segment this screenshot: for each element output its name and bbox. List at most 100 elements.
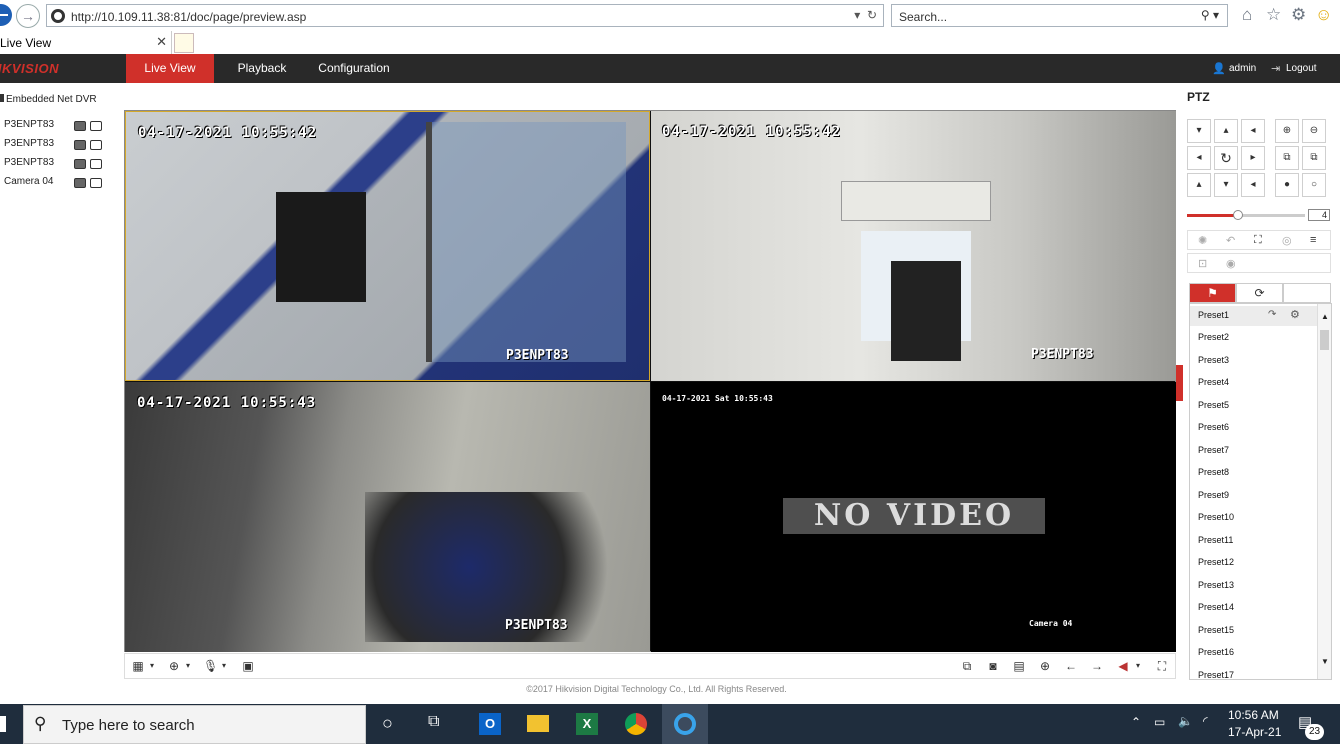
collapse-panel-handle[interactable] — [1176, 365, 1183, 401]
file-explorer-icon[interactable] — [522, 708, 554, 740]
preset-item[interactable]: Preset9 — [1198, 490, 1229, 500]
wifi-icon[interactable]: ◜ — [1203, 714, 1208, 728]
preset-item[interactable]: Preset10 — [1198, 512, 1234, 522]
video-cell-4[interactable]: 04-17-2021 Sat 10:55:43 NO VIDEO Camera … — [651, 382, 1176, 652]
ptz-up-left-button[interactable]: ▾ — [1187, 119, 1211, 143]
preset-item[interactable]: Preset11 — [1198, 535, 1233, 545]
search-icon[interactable]: ⚲ ▾ — [1201, 8, 1219, 22]
preset-item[interactable]: Preset17 — [1198, 670, 1234, 679]
close-tab-icon[interactable]: ✕ — [156, 34, 167, 50]
menu-live-view[interactable]: Live View — [126, 54, 214, 83]
task-view-icon[interactable]: ⧉ — [428, 713, 439, 731]
tree-camera-4[interactable]: Camera 04 — [4, 176, 53, 187]
tree-camera-3[interactable]: P3ENPT83 — [4, 157, 54, 168]
chevron-down-icon[interactable]: ▾ — [145, 659, 159, 673]
refresh-icon[interactable]: ▾ ↻ — [854, 8, 877, 22]
favorites-star-icon[interactable]: ☆ — [1266, 5, 1281, 25]
clock-date[interactable]: 17-Apr-21 — [1228, 725, 1281, 739]
speaker-icon[interactable]: 🔈 — [1178, 714, 1193, 728]
logout-link[interactable]: Logout — [1286, 63, 1317, 74]
video-cell-3[interactable]: 04-17-2021 10:55:43 P3ENPT83 — [125, 382, 650, 652]
tree-camera-1[interactable]: P3ENPT83 — [4, 119, 54, 130]
device-tree-root[interactable]: Embedded Net DVR — [0, 94, 97, 105]
preset-item[interactable]: Preset7 — [1198, 445, 1229, 455]
auxiliary-focus-icon[interactable]: ⛶ — [1254, 234, 1262, 247]
light-icon[interactable]: ✺ — [1198, 234, 1207, 247]
ptz-down-left-button[interactable]: ▴ — [1187, 173, 1211, 197]
preset-item[interactable]: Preset8 — [1198, 467, 1229, 477]
stream-type-icon[interactable]: ⊕ — [167, 659, 181, 673]
preset-item[interactable]: Preset13 — [1198, 580, 1234, 590]
internet-explorer-icon[interactable] — [662, 704, 708, 744]
preset-item[interactable]: Preset3 — [1198, 355, 1229, 365]
wiper-icon[interactable]: ↶ — [1226, 234, 1235, 247]
menu-icon[interactable]: ≡ — [1310, 234, 1316, 246]
video-cell-1[interactable]: 04-17-2021 10:55:42 P3ENPT83 — [125, 111, 650, 381]
capture-camera-icon[interactable]: ◙ — [986, 659, 1000, 673]
recording-icon[interactable] — [90, 121, 102, 131]
focus-near-icon[interactable]: ⧉ — [1275, 146, 1299, 170]
ptz-right-button[interactable]: ▸ — [1241, 146, 1265, 170]
excel-icon[interactable]: X — [571, 708, 603, 740]
battery-icon[interactable]: ▭ — [1154, 715, 1165, 729]
taskbar-search-box[interactable]: ⚲ Type here to search — [23, 705, 366, 744]
3d-positioning-icon[interactable]: ◉ — [1226, 257, 1236, 270]
home-icon[interactable]: ⌂ — [1242, 5, 1252, 25]
ptz-down-right-button[interactable]: ◂ — [1241, 173, 1265, 197]
back-button[interactable] — [0, 4, 12, 26]
call-preset-icon[interactable]: ↷ — [1268, 309, 1276, 320]
tab-presets[interactable]: ⚑ — [1189, 283, 1236, 303]
start-all-preview-icon[interactable]: ⧉ — [960, 659, 974, 673]
forward-button[interactable]: → — [16, 4, 40, 28]
preset-item[interactable]: Preset15 — [1198, 625, 1234, 635]
start-windows-icon[interactable] — [0, 716, 6, 732]
preset-item[interactable]: Preset2 — [1198, 332, 1229, 342]
outlook-icon[interactable]: O — [474, 708, 506, 740]
microphone-icon[interactable]: 🎙 — [203, 659, 218, 673]
chevron-up-icon[interactable]: ⌃ — [1131, 715, 1141, 729]
menu-configuration[interactable]: Configuration — [310, 54, 398, 83]
browser-search-field[interactable]: Search... ⚲ ▾ — [891, 4, 1228, 27]
chrome-icon[interactable] — [620, 708, 652, 740]
zoom-icon[interactable]: ⊕ — [1038, 659, 1052, 673]
focus-far-icon[interactable]: ⧉ — [1302, 146, 1326, 170]
iris-open-icon[interactable]: ● — [1275, 173, 1299, 197]
ptz-left-button[interactable]: ◂ — [1187, 146, 1211, 170]
chevron-down-icon[interactable]: ▾ — [181, 659, 195, 673]
zoom-out-icon[interactable]: ⊖ — [1302, 119, 1326, 143]
scroll-down-icon[interactable]: ▼ — [1321, 657, 1329, 666]
cortana-icon[interactable]: ○ — [382, 713, 393, 734]
ptz-up-right-button[interactable]: ◂ — [1241, 119, 1265, 143]
ptz-auto-button[interactable]: ↻ — [1214, 146, 1238, 170]
record-icon[interactable]: ▤ — [1012, 659, 1026, 673]
recording-icon[interactable] — [90, 178, 102, 188]
preset-item[interactable]: Preset12 — [1198, 557, 1234, 567]
scrollbar-thumb[interactable] — [1320, 330, 1329, 350]
new-tab-button[interactable] — [174, 33, 194, 53]
lens-init-icon[interactable]: ◎ — [1282, 234, 1292, 247]
fullscreen-icon[interactable]: ⛶ — [1155, 659, 1169, 673]
start-live-view-icon[interactable] — [74, 159, 86, 169]
ptz-up-button[interactable]: ▴ — [1214, 119, 1238, 143]
smiley-feedback-icon[interactable]: ☺ — [1315, 5, 1332, 25]
stop-all-preview-icon[interactable]: ▣ — [241, 659, 255, 673]
ptz-speed-slider[interactable] — [1187, 210, 1305, 220]
preset-item[interactable]: Preset6 — [1198, 422, 1229, 432]
tab-live-view[interactable]: Live View ✕ — [0, 31, 172, 55]
zoom-in-icon[interactable]: ⊕ — [1275, 119, 1299, 143]
volume-icon[interactable]: ◀ — [1116, 659, 1130, 673]
clock-time[interactable]: 10:56 AM — [1228, 708, 1279, 722]
iris-close-icon[interactable]: ○ — [1302, 173, 1326, 197]
settings-gear-icon[interactable]: ⚙ — [1291, 5, 1306, 25]
preset-item[interactable]: Preset5 — [1198, 400, 1229, 410]
preset-item[interactable]: Preset16 — [1198, 647, 1234, 657]
scroll-up-icon[interactable]: ▲ — [1321, 312, 1329, 321]
speed-slider-knob[interactable] — [1232, 210, 1243, 220]
recording-icon[interactable] — [90, 159, 102, 169]
start-live-view-icon[interactable] — [74, 140, 86, 150]
start-live-view-icon[interactable] — [74, 178, 86, 188]
preset-scrollbar[interactable]: ▲ ▼ — [1317, 304, 1331, 679]
tab-patrol[interactable]: ⟳ — [1236, 283, 1283, 303]
chevron-down-icon[interactable]: ▾ — [217, 659, 231, 673]
url-field[interactable]: http://10.109.11.38:81/doc/page/preview.… — [46, 4, 884, 27]
